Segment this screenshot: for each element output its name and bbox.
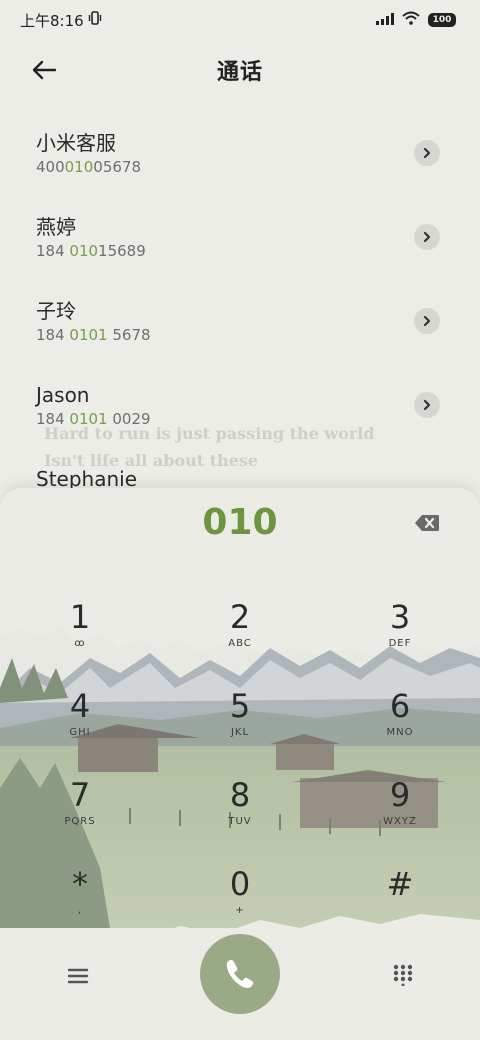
voicemail-icon: ꝏ [74,638,86,649]
chevron-right-icon [423,147,431,159]
contact-row[interactable]: 小米客服 40001005678 [0,112,480,196]
menu-button[interactable] [66,966,90,986]
key-6[interactable]: 6 MNO [350,687,450,757]
key-2[interactable]: 2 ABC [190,598,290,668]
key-0[interactable]: 0 + [190,865,290,935]
bottom-action-bar [0,932,480,1040]
status-time: 上午8:16 [20,11,84,30]
contact-name: 小米客服 [36,131,116,155]
contact-number: 184 01015689 [36,242,146,260]
contact-detail-button[interactable] [414,308,440,334]
back-button[interactable] [28,54,60,86]
contact-detail-button[interactable] [414,392,440,418]
battery-icon: 100 [428,13,456,27]
contact-number: 184 0101 5678 [36,326,151,344]
contact-name: 燕婷 [36,215,76,239]
chevron-right-icon [423,231,431,243]
chevron-right-icon [423,315,431,327]
key-hash[interactable]: # [350,865,450,935]
contact-detail-button[interactable] [414,140,440,166]
key-star[interactable]: *, [30,865,130,935]
back-arrow-icon [32,60,57,80]
contact-name: 子玲 [36,299,76,323]
status-bar: 上午8:16 100 [0,0,480,40]
key-1[interactable]: 1ꝏ [30,598,130,668]
backspace-icon [415,515,439,531]
vibrate-icon [88,11,102,29]
key-5[interactable]: 5 JKL [190,687,290,757]
dialpad-icon [393,964,413,987]
dialed-number: 010 [202,502,278,543]
key-9[interactable]: 9 WXYZ [350,776,450,846]
contact-name: Jason [36,383,90,407]
contact-row[interactable]: 燕婷 184 01015689 [0,196,480,280]
contact-number: 40001005678 [36,158,141,176]
contact-row[interactable]: 子玲 184 0101 5678 [0,280,480,364]
key-3[interactable]: 3 DEF [350,598,450,668]
wallpaper-quote-line: Hard to run is just passing the world [44,424,375,443]
dialpad-toggle-button[interactable] [392,964,414,987]
menu-icon [67,968,89,984]
phone-icon [226,960,254,988]
backspace-button[interactable] [414,514,440,532]
contact-detail-button[interactable] [414,224,440,250]
signal-icon [376,11,394,29]
wifi-icon [402,11,420,29]
key-7[interactable]: 7 PQRS [30,776,130,846]
wallpaper-quote-line: Isn't life all about these [44,451,259,470]
key-8[interactable]: 8 TUV [190,776,290,846]
top-bar: 通话 [0,40,480,100]
key-4[interactable]: 4 GHI [30,687,130,757]
chevron-right-icon [423,399,431,411]
call-button[interactable] [200,934,280,1014]
page-title: 通话 [216,60,263,85]
